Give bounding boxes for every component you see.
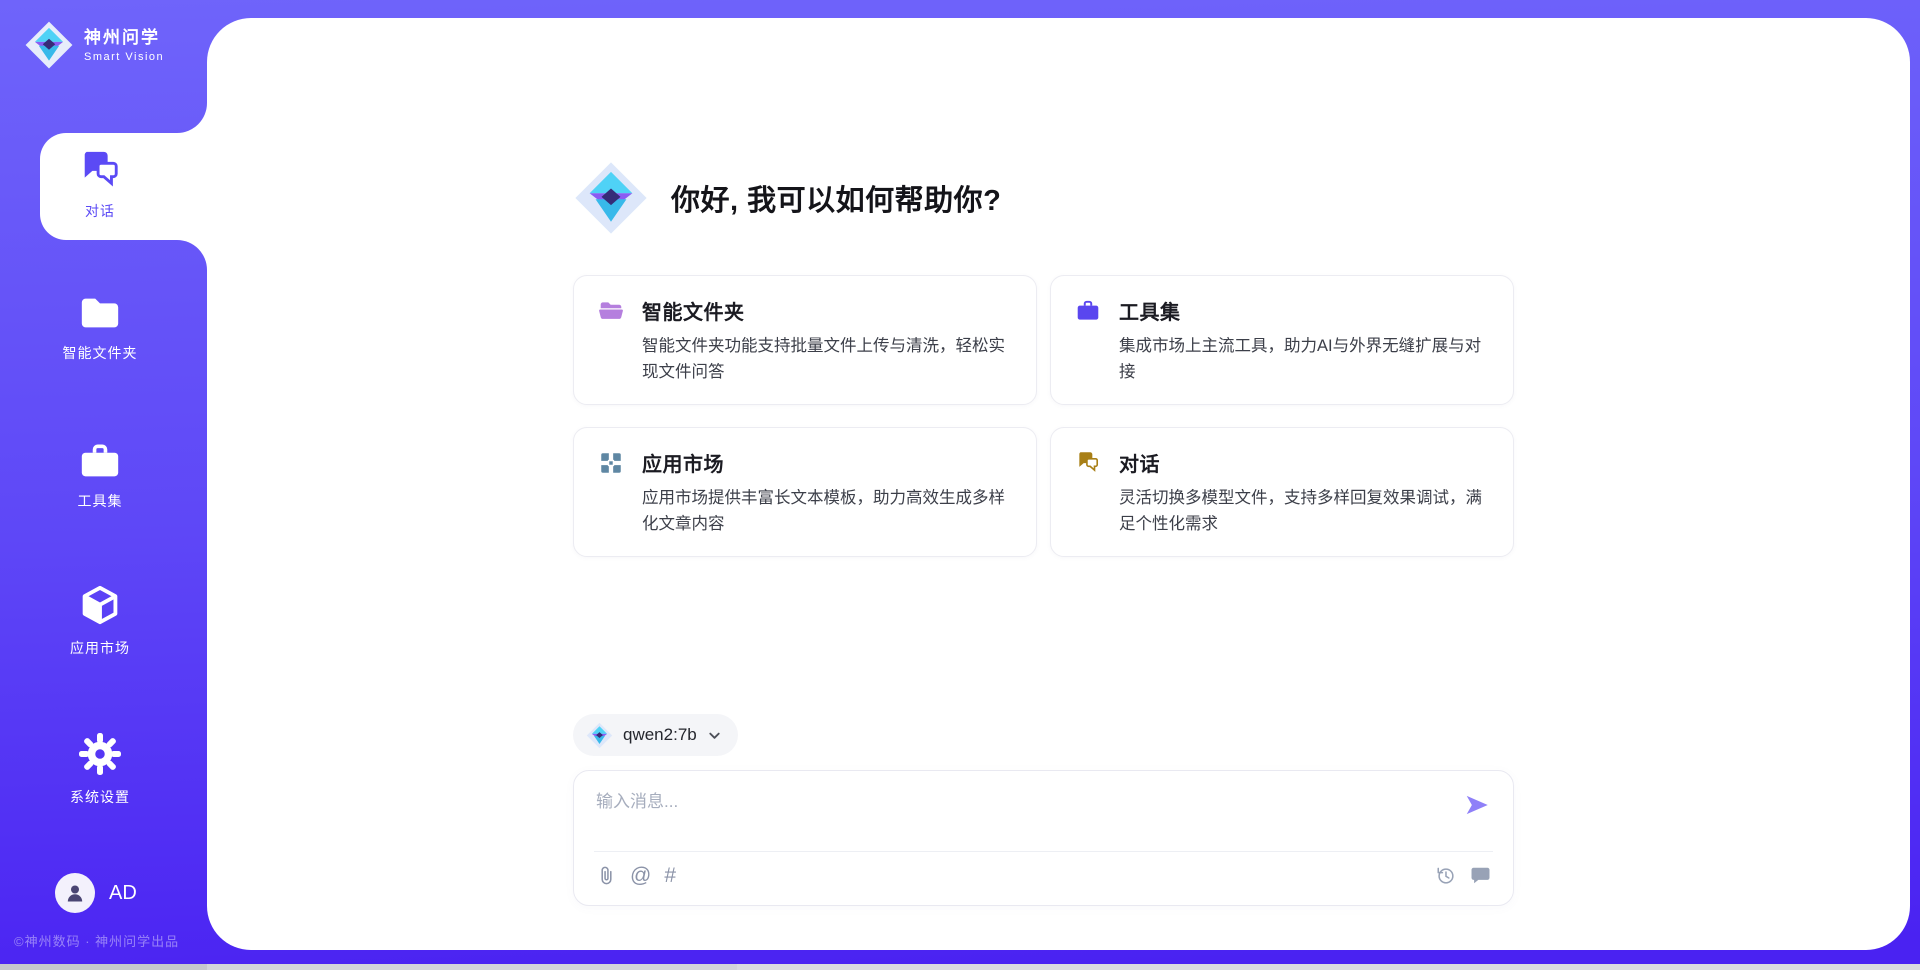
mention-icon[interactable]: @ [630,865,651,886]
greeting-block: 你好, 我可以如何帮助你? [573,160,1001,236]
card-title: 应用市场 [642,448,724,477]
card-description: 灵活切换多模型文件，支持多样回复效果调试，满足个性化需求 [1119,486,1489,537]
card-title: 工具集 [1119,296,1181,325]
card-title: 智能文件夹 [642,296,745,325]
chevron-down-icon [707,728,722,743]
toolbox-icon [78,440,122,480]
person-icon [63,881,87,905]
user-profile[interactable]: AD [55,873,137,913]
brand-subtitle: Smart Vision [84,51,164,63]
grid-icon [598,450,624,476]
sidebar: 神州问学 Smart Vision 对话 智能文件夹 工具集 [0,0,207,970]
bottom-strip [0,964,1920,970]
sidebar-item-smart-folder[interactable]: 智能文件夹 [0,294,200,363]
main-panel: 你好, 我可以如何帮助你? 智能文件夹 智能文件夹功能支持批量文件上传与清洗，轻… [207,18,1910,950]
gear-icon [78,732,122,776]
chat-icon [1075,450,1101,476]
card-toolbox[interactable]: 工具集 集成市场上主流工具，助力AI与外界无缝扩展与对接 [1050,275,1514,405]
message-composer: @ # [573,770,1514,906]
sidebar-item-label: 应用市场 [0,638,200,658]
card-title: 对话 [1119,448,1160,477]
avatar [55,873,95,913]
chat-icon [77,148,123,190]
sidebar-item-label: 工具集 [0,491,200,511]
sidebar-item-app-market[interactable]: 应用市场 [0,583,200,658]
card-description: 智能文件夹功能支持批量文件上传与清洗，轻松实现文件问答 [642,334,1012,385]
user-initials: AD [109,882,137,905]
comment-icon[interactable] [1470,866,1491,885]
sidebar-item-chat[interactable]: 对话 [0,148,200,221]
sidebar-item-label: 对话 [0,201,200,221]
assistant-diamond-icon [573,160,649,236]
brand-diamond-icon [24,20,74,70]
feature-cards: 智能文件夹 智能文件夹功能支持批量文件上传与清洗，轻松实现文件问答 工具集 集成… [573,275,1514,557]
tab-fillet-bottom [177,240,207,270]
model-name: qwen2:7b [623,725,697,745]
composer-divider [594,851,1493,852]
card-app-market[interactable]: 应用市场 应用市场提供丰富长文本模板，助力高效生成多样化文章内容 [573,427,1037,557]
greeting-text: 你好, 我可以如何帮助你? [671,177,1001,219]
sidebar-item-settings[interactable]: 系统设置 [0,732,200,807]
folder-open-icon [598,298,624,324]
card-description: 应用市场提供丰富长文本模板，助力高效生成多样化文章内容 [642,486,1012,537]
folder-icon [78,294,122,332]
attachment-icon[interactable] [596,864,617,887]
cube-icon [78,583,122,627]
card-description: 集成市场上主流工具，助力AI与外界无缝扩展与对接 [1119,334,1489,385]
sidebar-item-toolbox[interactable]: 工具集 [0,440,200,511]
content-column: 你好, 我可以如何帮助你? 智能文件夹 智能文件夹功能支持批量文件上传与清洗，轻… [573,18,1514,950]
sidebar-item-label: 智能文件夹 [0,343,200,363]
app-logo: 神州问学 Smart Vision [24,20,164,70]
card-smart-folder[interactable]: 智能文件夹 智能文件夹功能支持批量文件上传与清洗，轻松实现文件问答 [573,275,1037,405]
sidebar-item-label: 系统设置 [0,787,200,807]
message-input[interactable] [596,787,1436,839]
toolbox-icon [1075,298,1101,324]
card-chat[interactable]: 对话 灵活切换多模型文件，支持多样回复效果调试，满足个性化需求 [1050,427,1514,557]
model-diamond-icon [586,722,613,749]
send-icon[interactable] [1463,791,1491,819]
tab-fillet-top [177,103,207,133]
model-selector[interactable]: qwen2:7b [573,714,738,756]
sidebar-footer-text: ©神州数码 · 神州问学出品 [14,931,179,950]
history-icon[interactable] [1435,865,1456,886]
brand-name: 神州问学 [84,27,164,48]
topic-icon[interactable]: # [664,865,676,886]
